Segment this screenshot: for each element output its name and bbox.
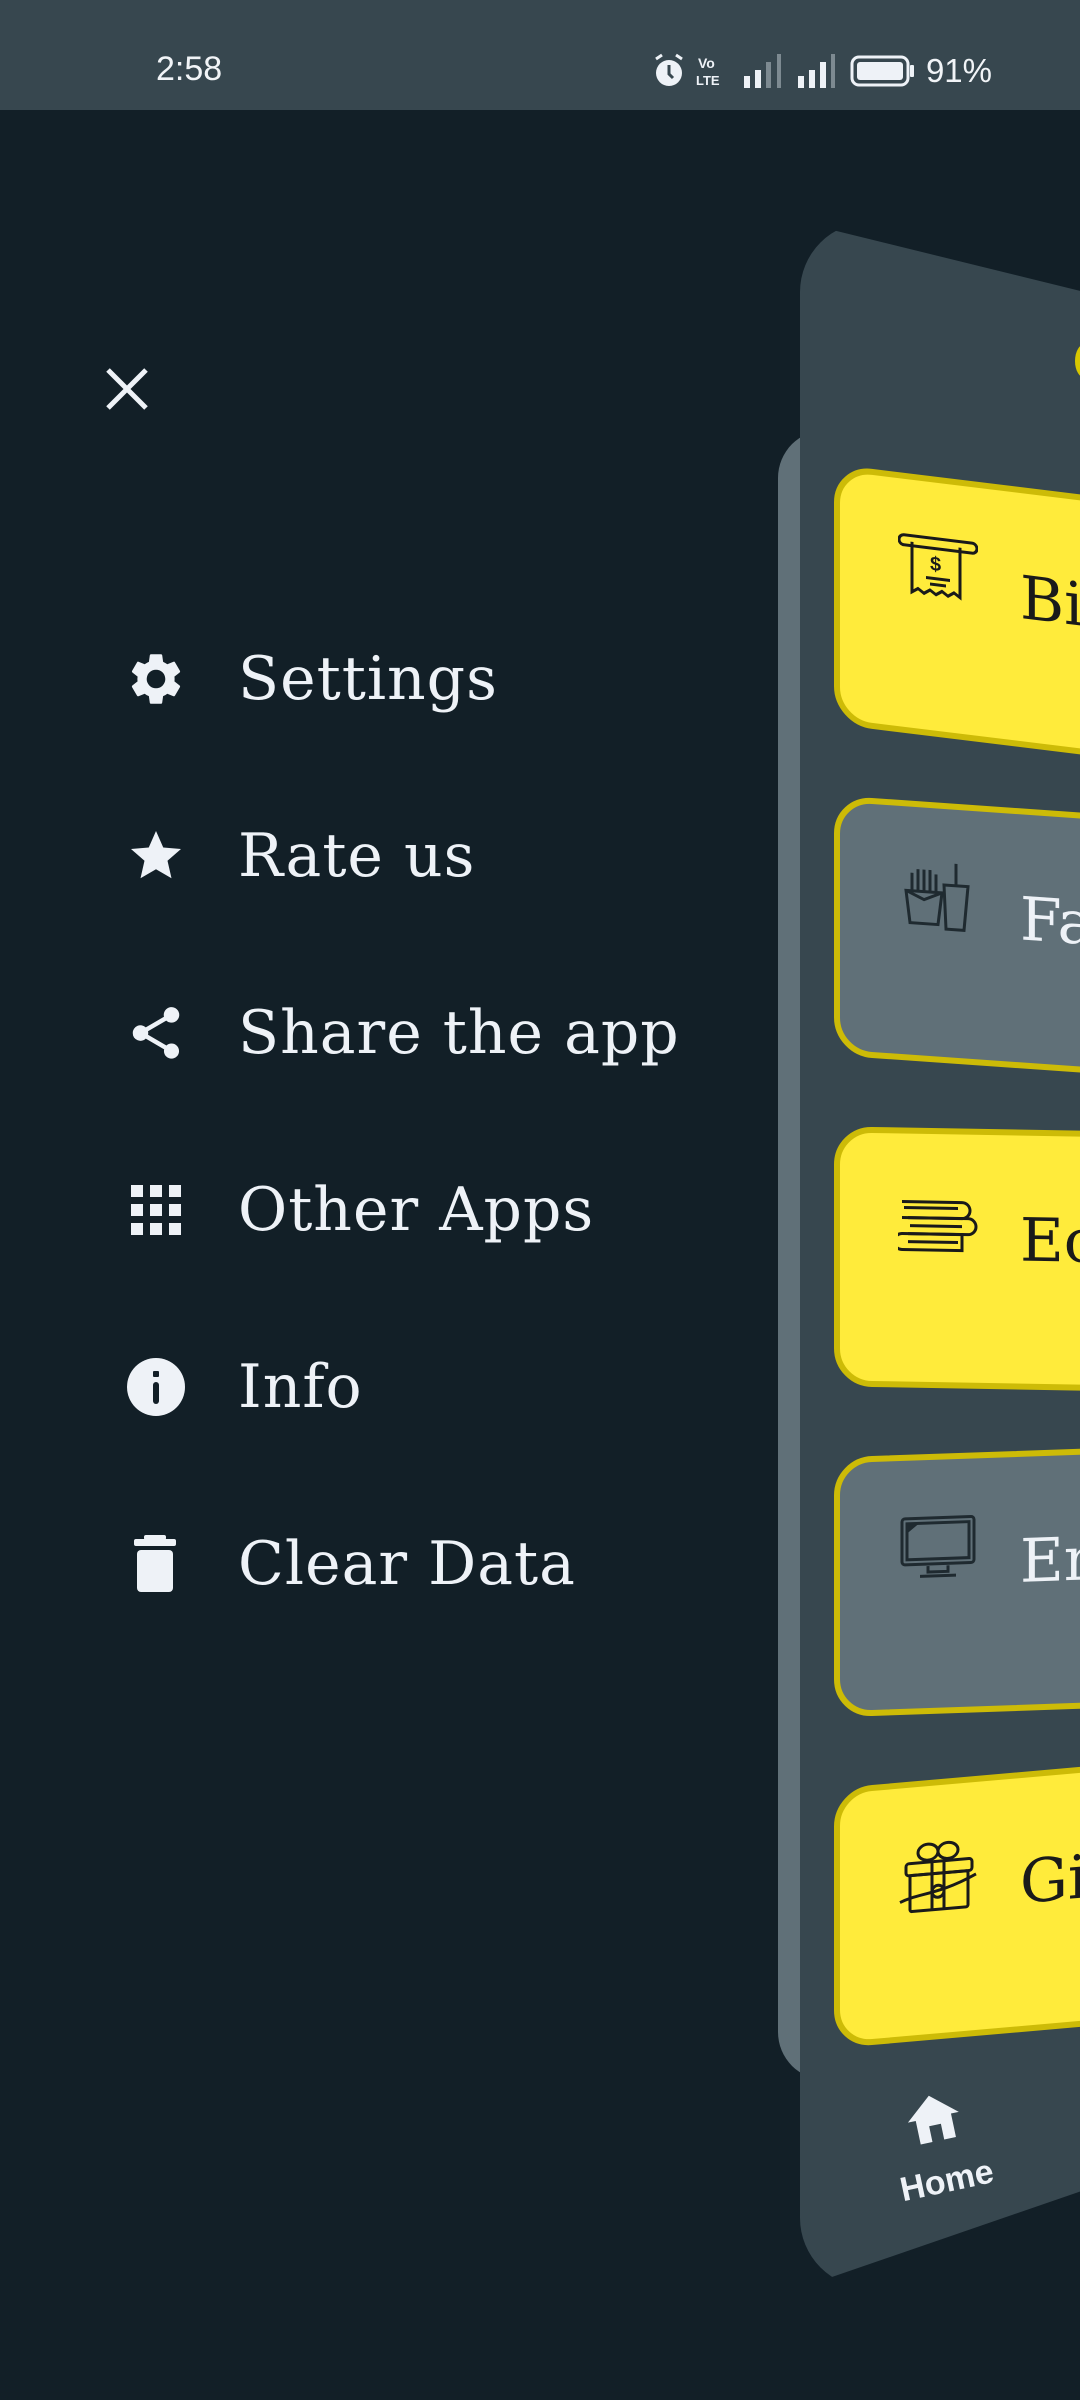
svg-text:LTE: LTE [696,73,720,88]
category-card[interactable]: Ec [834,1126,1080,1394]
signal-icon [797,54,835,88]
svg-text:$: $ [930,553,941,576]
status-time: 2:58 [156,50,223,88]
category-title: Ec [1020,1205,1080,1277]
category-card[interactable]: $ Bi [834,464,1080,776]
share-icon [120,997,192,1069]
home-label: Home [896,2152,998,2210]
category-title: Fa [1020,884,1080,960]
menu-item-share[interactable]: Share the app [120,944,720,1121]
menu-item-settings[interactable]: Settings [120,590,720,767]
menu-item-other-apps[interactable]: Other Apps [120,1121,720,1298]
category-title: En [1020,1523,1080,1597]
books-icon [898,1200,978,1253]
category-card[interactable]: En [834,1442,1080,1718]
menu-item-info[interactable]: Info [120,1298,720,1475]
indicator-dot [1075,344,1080,378]
drawer-menu: Settings Rate us Share the app Other App… [120,590,720,1652]
apps-grid-icon [120,1174,192,1246]
info-icon [120,1351,192,1423]
menu-item-label: Share the app [238,997,680,1068]
star-icon [120,820,192,892]
category-card[interactable]: Gi [834,1751,1080,2049]
menu-item-clear-data[interactable]: Clear Data [120,1475,720,1652]
category-card[interactable]: Fa [834,795,1080,1085]
close-icon [106,368,148,410]
battery-icon [850,55,914,87]
close-drawer-button[interactable] [92,354,162,424]
fast-food-icon [904,863,970,933]
bottom-nav-home[interactable]: Home [845,2076,1045,2268]
category-title: Gi [1020,1842,1080,1919]
status-bar: 2:58 Vo LTE 91% [0,0,1080,110]
battery-percent: 91% [925,52,992,89]
status-icons: Vo LTE 91% [652,50,992,92]
svg-text:Vo: Vo [698,55,715,71]
bill-receipt-icon: $ [898,533,978,601]
trash-icon [120,1528,192,1600]
volte-icon: Vo LTE [696,55,720,88]
menu-item-label: Clear Data [238,1528,576,1599]
app-preview-panel[interactable]: $ Bi Fa Ec En Gi Home [800,222,1080,2288]
gift-icon [899,1840,977,1914]
menu-item-label: Info [238,1351,363,1422]
menu-item-label: Other Apps [238,1174,595,1245]
gear-icon [120,643,192,715]
signal-icon [743,54,781,88]
menu-item-rate-us[interactable]: Rate us [120,767,720,944]
menu-item-label: Settings [238,643,498,714]
category-title: Bi [1020,563,1080,641]
tv-monitor-icon [900,1515,976,1578]
menu-item-label: Rate us [238,820,476,891]
alarm-icon [655,53,683,86]
home-icon [907,2095,959,2145]
